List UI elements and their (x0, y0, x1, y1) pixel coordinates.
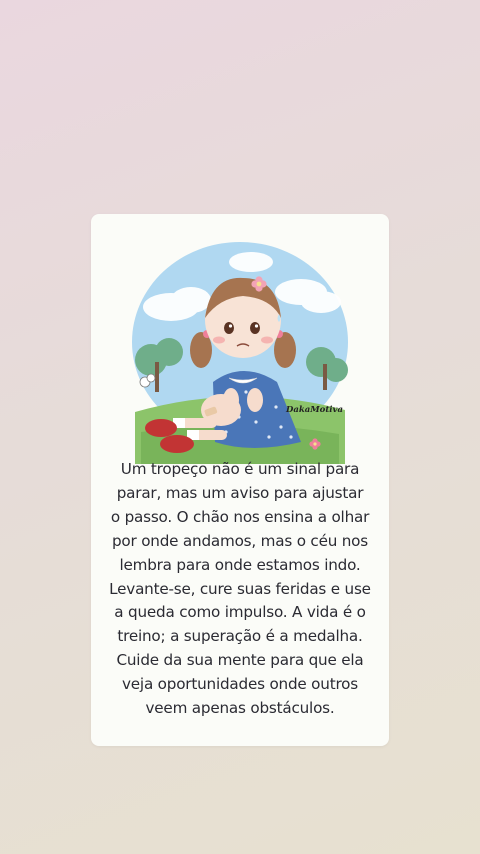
artist-signature: DakaMotiva (285, 405, 343, 415)
girl-illustration: DakaMotiva (132, 242, 348, 464)
quote-line: veem apenas obstáculos. (145, 699, 335, 718)
quote-line: veja oportunidades onde outros (122, 675, 358, 694)
quote-line: o passo. O chão nos ensina a olhar (110, 507, 370, 526)
quote-line: lembra para onde estamos indo. (119, 555, 361, 574)
quote-line: por onde andamos, mas o céu nos (111, 531, 368, 550)
quote-line: Um tropeço não é um sinal para (120, 460, 360, 478)
quote-line: Levante-se, cure suas feridas e use (109, 579, 371, 598)
quote-line: treino; a superação é a medalha. (117, 627, 363, 646)
quote-line: Cuide da sua mente para que ela (116, 651, 364, 670)
quote-card: DakaMotiva Um tropeço não é um sinal par… (91, 214, 389, 746)
quote-line: parar, mas um aviso para ajustar (116, 483, 364, 502)
quote-line: a queda como impulso. A vida é o (114, 603, 366, 622)
quote-text: Um tropeço não é um sinal para parar, ma… (109, 458, 371, 721)
